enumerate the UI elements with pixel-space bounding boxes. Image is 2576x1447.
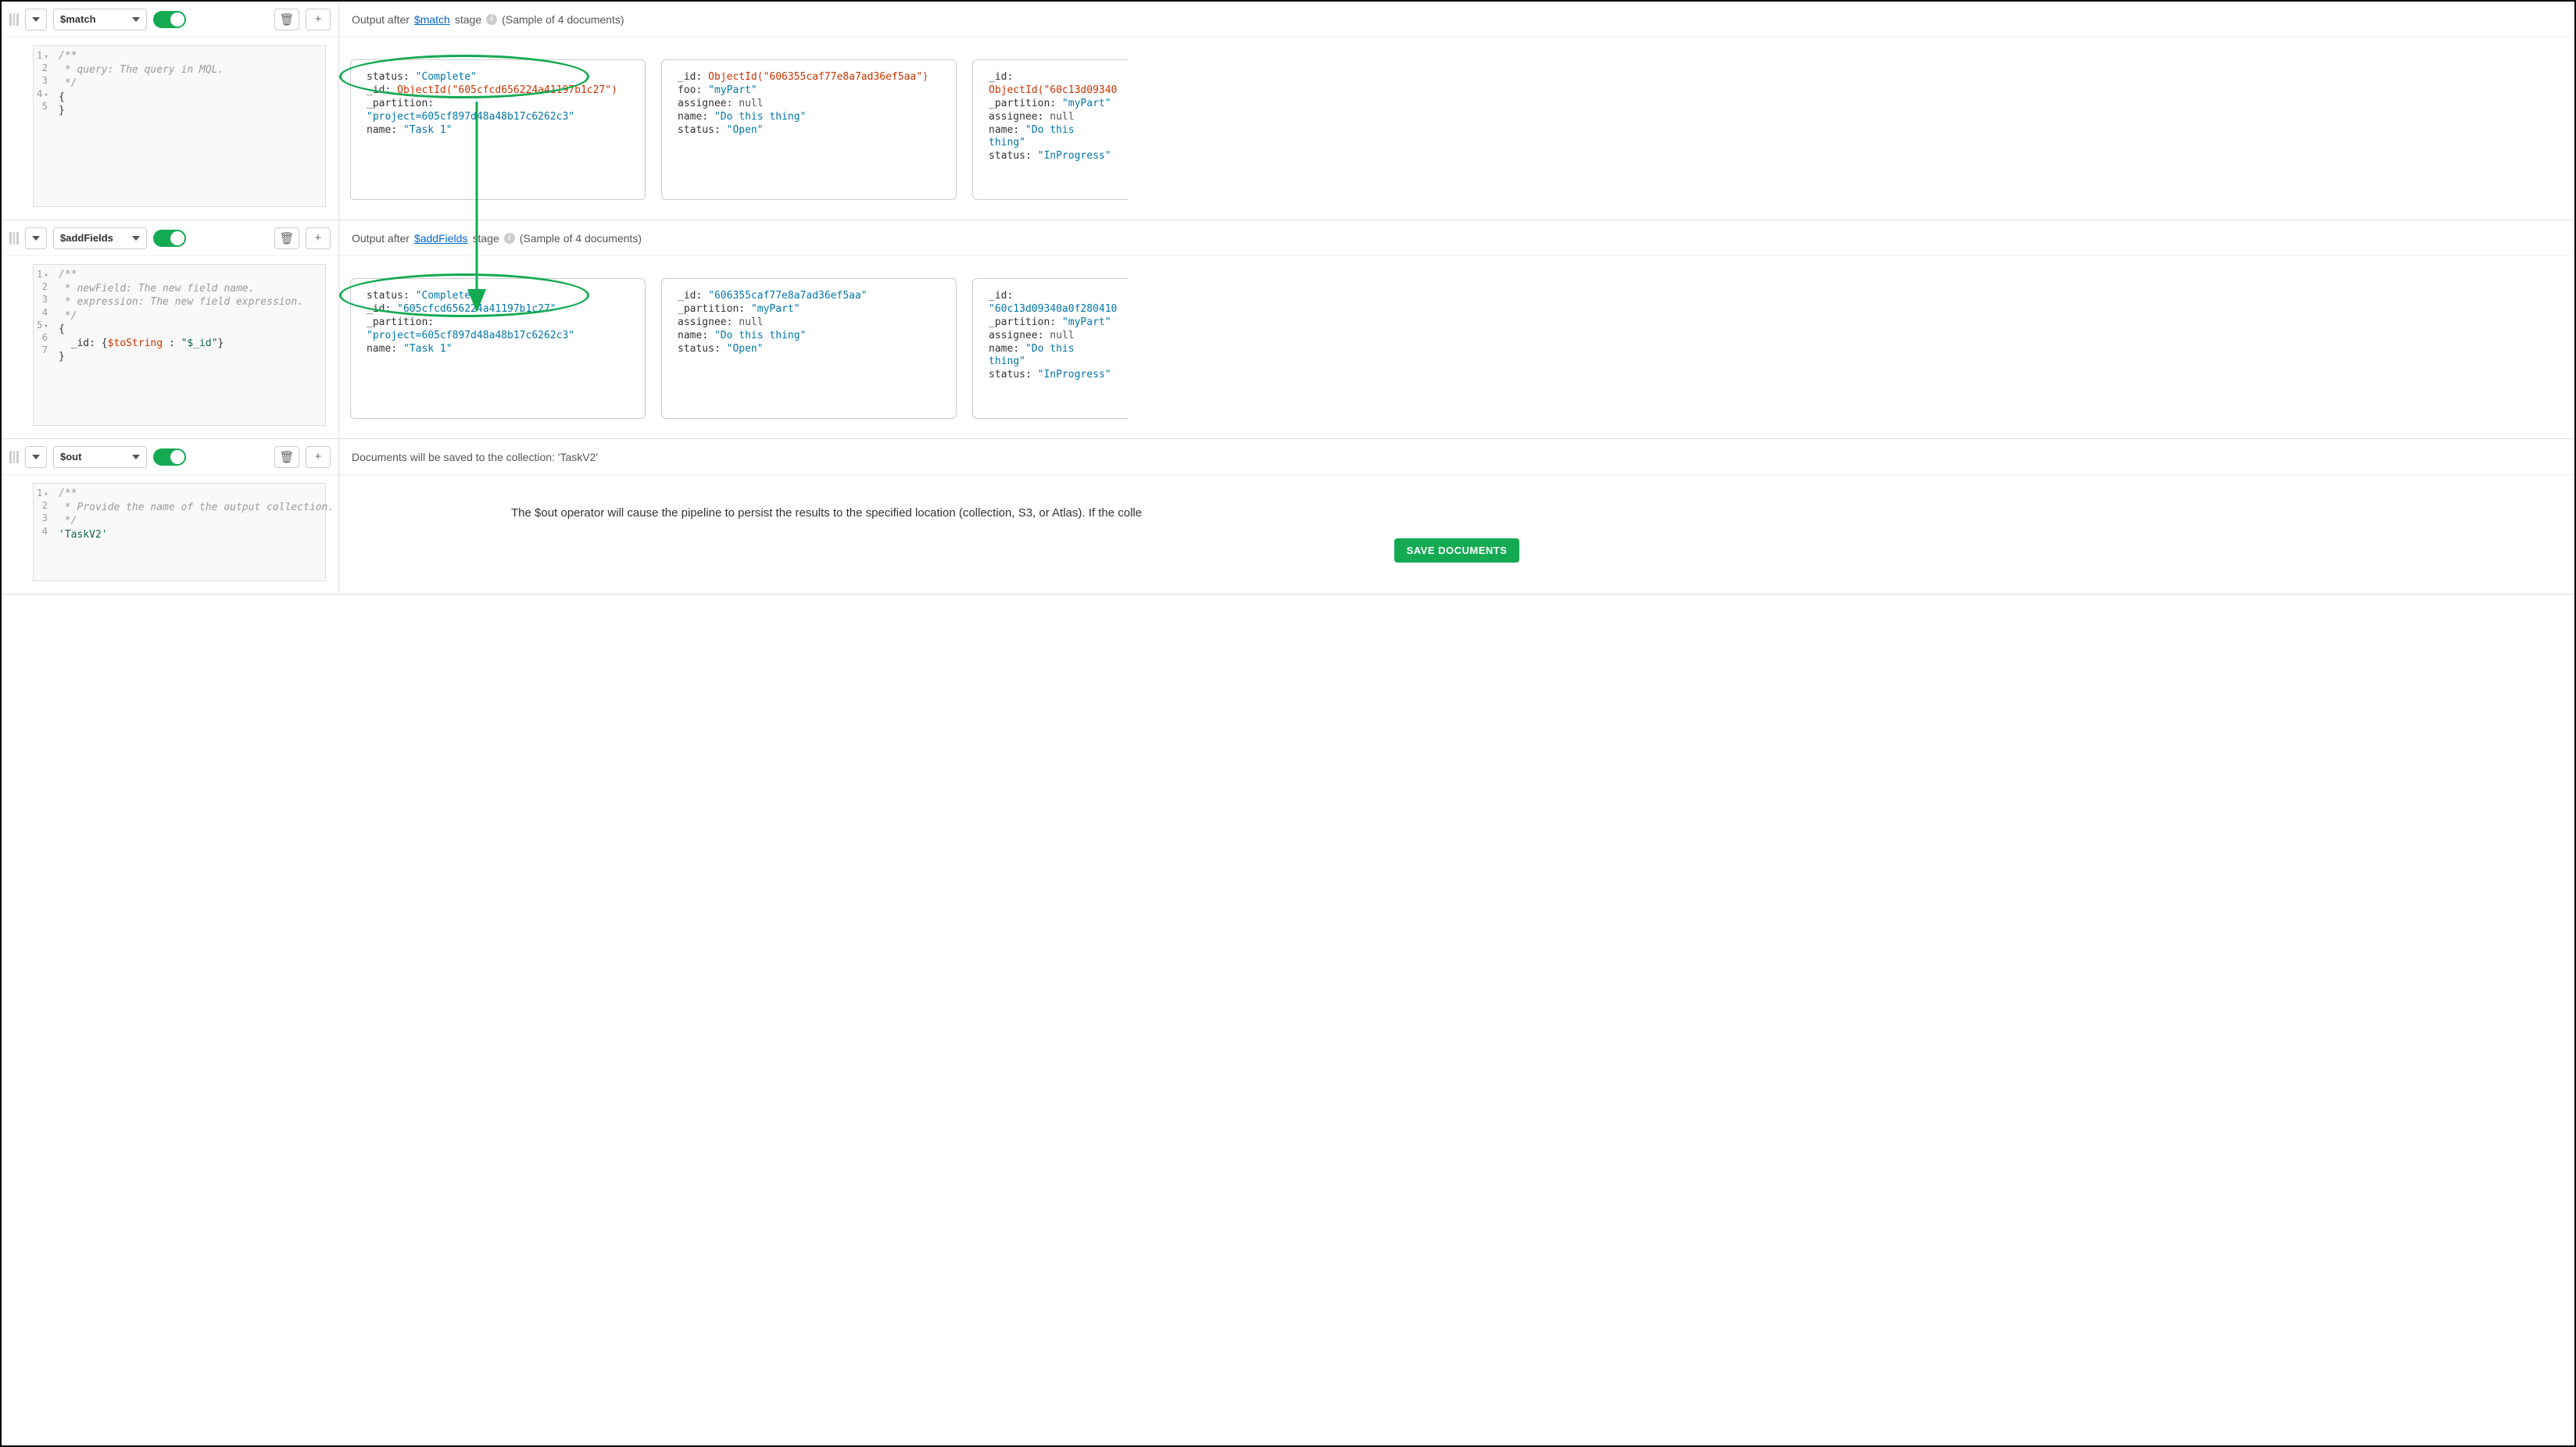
stage-operator-label: $addFields <box>60 232 113 244</box>
trash-icon: 🗑 <box>279 13 294 27</box>
document-card[interactable]: _id: ObjectId("60c13d09340_partition: "m… <box>972 59 1129 200</box>
collapse-button[interactable] <box>25 446 47 468</box>
chevron-down-icon <box>32 455 40 459</box>
stage-operator-select[interactable]: $match <box>53 9 147 30</box>
out-collection-message: Documents will be saved to the collectio… <box>352 451 598 463</box>
editor-code[interactable]: /** * Provide the name of the output col… <box>54 484 338 581</box>
editor-code[interactable]: /** * query: The query in MQL. */ { } <box>54 46 325 206</box>
add-stage-button[interactable]: + <box>306 446 331 468</box>
editor-gutter: 1234567 <box>34 265 54 425</box>
aggregation-pipeline: $match 🗑 + 12345 /** * query: The query … <box>0 0 2576 1447</box>
document-cards-row: status: "Complete"_id: ObjectId("605cfcd… <box>339 38 2574 220</box>
document-card[interactable]: _id: "606355caf77e8a7ad36ef5aa"_partitio… <box>661 278 957 419</box>
drag-handle-icon[interactable] <box>9 13 19 26</box>
stage-header: $out 🗑 + <box>2 439 338 475</box>
document-cards-row: status: "Complete"_id: "605cfcd656224a41… <box>339 256 2574 438</box>
output-prefix: Output after <box>352 232 410 245</box>
delete-stage-button[interactable]: 🗑 <box>274 227 299 249</box>
trash-icon: 🗑 <box>279 231 294 245</box>
chevron-down-icon <box>132 455 140 459</box>
trash-icon: 🗑 <box>279 450 294 464</box>
chevron-down-icon <box>132 17 140 22</box>
delete-stage-button[interactable]: 🗑 <box>274 9 299 30</box>
out-body: The $out operator will cause the pipelin… <box>339 475 2574 594</box>
stage-operator-select[interactable]: $addFields <box>53 227 147 249</box>
stage-operator-label: $match <box>60 13 96 25</box>
drag-handle-icon[interactable] <box>9 451 19 463</box>
output-sample-count: (Sample of 4 documents) <box>502 13 624 26</box>
add-stage-button[interactable]: + <box>306 227 331 249</box>
stage-operator-select[interactable]: $out <box>53 446 147 468</box>
output-suffix: stage <box>472 232 499 245</box>
info-icon[interactable]: i <box>504 233 515 244</box>
stage-code-editor[interactable]: 1234 /** * Provide the name of the outpu… <box>33 483 326 581</box>
stage-left-panel: $out 🗑 + 1234 /** * Provide the name of … <box>2 439 339 594</box>
stage-link[interactable]: $match <box>414 13 450 26</box>
document-card[interactable]: status: "Complete"_id: ObjectId("605cfcd… <box>350 59 646 200</box>
add-stage-button[interactable]: + <box>306 9 331 30</box>
stage-left-panel: $match 🗑 + 12345 /** * query: The query … <box>2 2 339 220</box>
delete-stage-button[interactable]: 🗑 <box>274 446 299 468</box>
stage-code-editor[interactable]: 1234567 /** * newField: The new field na… <box>33 264 326 426</box>
output-suffix: stage <box>455 13 481 26</box>
drag-handle-icon[interactable] <box>9 232 19 245</box>
document-card[interactable]: _id: ObjectId("606355caf77e8a7ad36ef5aa"… <box>661 59 957 200</box>
stage-addfields-row: $addFields 🗑 + 1234567 /** * newField: T… <box>2 220 2574 439</box>
plus-icon: + <box>315 231 322 245</box>
collapse-button[interactable] <box>25 9 47 30</box>
stage-enabled-toggle[interactable] <box>153 448 186 466</box>
save-documents-button[interactable]: SAVE DOCUMENTS <box>1394 538 1520 563</box>
output-header: Output after $addFields stage i (Sample … <box>339 220 2574 256</box>
stage-header: $match 🗑 + <box>2 2 338 38</box>
plus-icon: + <box>315 13 322 26</box>
output-sample-count: (Sample of 4 documents) <box>520 232 642 245</box>
output-header: Documents will be saved to the collectio… <box>339 439 2574 475</box>
editor-gutter: 1234 <box>34 484 54 581</box>
stage-output-panel: Documents will be saved to the collectio… <box>339 439 2574 594</box>
stage-operator-label: $out <box>60 451 81 463</box>
stage-left-panel: $addFields 🗑 + 1234567 /** * newField: T… <box>2 220 339 438</box>
output-header: Output after $match stage i (Sample of 4… <box>339 2 2574 38</box>
collapse-button[interactable] <box>25 227 47 249</box>
output-prefix: Output after <box>352 13 410 26</box>
stage-link[interactable]: $addFields <box>414 232 468 245</box>
stage-out-row: $out 🗑 + 1234 /** * Provide the name of … <box>2 439 2574 595</box>
document-card[interactable]: status: "Complete"_id: "605cfcd656224a41… <box>350 278 646 419</box>
stage-header: $addFields 🗑 + <box>2 220 338 256</box>
stage-code-editor[interactable]: 12345 /** * query: The query in MQL. */ … <box>33 45 326 207</box>
plus-icon: + <box>315 450 322 463</box>
stage-output-panel: Output after $addFields stage i (Sample … <box>339 220 2574 438</box>
info-icon[interactable]: i <box>486 14 497 25</box>
chevron-down-icon <box>132 236 140 241</box>
chevron-down-icon <box>32 236 40 241</box>
document-card[interactable]: _id: "60c13d09340a0f280410_partition: "m… <box>972 278 1129 419</box>
editor-code[interactable]: /** * newField: The new field name. * ex… <box>54 265 325 425</box>
editor-gutter: 12345 <box>34 46 54 206</box>
stage-match-row: $match 🗑 + 12345 /** * query: The query … <box>2 2 2574 220</box>
out-description: The $out operator will cause the pipelin… <box>355 506 1142 520</box>
chevron-down-icon <box>32 17 40 22</box>
stage-enabled-toggle[interactable] <box>153 11 186 28</box>
stage-output-panel: Output after $match stage i (Sample of 4… <box>339 2 2574 220</box>
stage-enabled-toggle[interactable] <box>153 230 186 247</box>
